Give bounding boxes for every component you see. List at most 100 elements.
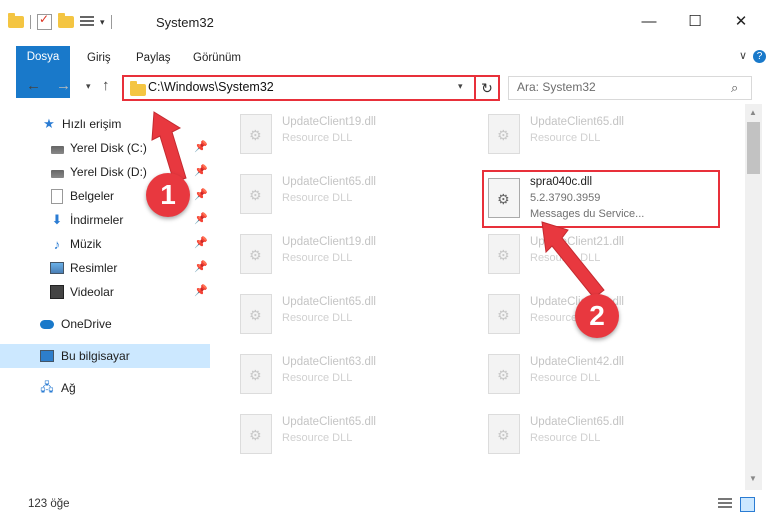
file-name: UpdateClient65.dll [282, 176, 376, 188]
file-name: UpdateClient21.dll [530, 236, 624, 248]
address-path[interactable]: C:\Windows\System32 [148, 80, 274, 94]
dll-file-icon [240, 174, 272, 214]
close-button[interactable]: ✕ [718, 10, 764, 34]
pin-icon[interactable]: 📌 [194, 212, 208, 225]
file-item[interactable]: UpdateClient65.dll Resource DLL [466, 110, 702, 162]
address-bar[interactable]: C:\Windows\System32 ▾ [122, 75, 476, 101]
pin-icon[interactable]: 📌 [194, 236, 208, 249]
file-name: spra040c.dll [530, 176, 593, 188]
file-item[interactable]: UpdateClient21.dll Resource DLL [466, 230, 702, 282]
step-2-badge: 2 [575, 294, 619, 338]
file-name: UpdateClient65.dll [282, 296, 376, 308]
sidebar-item-label: Videolar [70, 285, 114, 299]
file-item[interactable]: UpdateClient65.dll Resource DLL [218, 290, 454, 342]
recent-locations-icon[interactable]: ▾ [86, 81, 91, 92]
refresh-button[interactable]: ↻ [474, 75, 500, 101]
scroll-up-icon[interactable]: ▲ [749, 108, 757, 117]
sidebar-item-onedrive[interactable]: OneDrive [0, 312, 210, 336]
file-description: Resource DLL [530, 372, 601, 384]
ribbon-tabs: Dosya Giriş Paylaş Görünüm ∨ ? [0, 44, 769, 98]
sidebar-item-label: Yerel Disk (D:) [70, 165, 147, 179]
file-description: Resource DLL [530, 252, 601, 264]
sidebar-item-this-pc[interactable]: Bu bilgisayar [0, 344, 210, 368]
sidebar-item-quick-access[interactable]: ★ Hızlı erişim [0, 112, 210, 136]
drive-icon [50, 165, 64, 179]
customize-toolbar-icon[interactable]: ▾ [100, 17, 105, 28]
file-item[interactable]: UpdateClient19.dll Resource DLL [218, 110, 454, 162]
sidebar-item-label: Bu bilgisayar [61, 349, 130, 363]
dll-file-icon [240, 114, 272, 154]
pin-icon[interactable]: 📌 [194, 140, 208, 153]
network-icon: 🖧 [40, 379, 54, 394]
computer-icon [40, 349, 54, 363]
sidebar-item-disk-c[interactable]: Yerel Disk (C:) 📌 [0, 136, 210, 160]
help-icon[interactable]: ? [753, 50, 766, 63]
file-description: Messages du Service... [530, 208, 645, 220]
pin-icon[interactable]: 📌 [194, 284, 208, 297]
file-version: 5.2.3790.3959 [530, 192, 601, 204]
vertical-scrollbar[interactable]: ▲ ▼ [745, 104, 762, 490]
dll-file-icon [488, 178, 520, 218]
file-item[interactable]: UpdateClient42.dll Resource DLL [466, 350, 702, 402]
pin-icon[interactable]: 📌 [194, 164, 208, 177]
sidebar-item-label: Belgeler [70, 189, 115, 203]
view-icon[interactable] [80, 16, 94, 28]
forward-arrow-icon[interactable]: → [56, 77, 71, 94]
cloud-icon [40, 317, 54, 331]
file-name: UpdateClient65.dll [282, 416, 376, 428]
dll-file-icon [488, 414, 520, 454]
file-item[interactable]: UpdateClient65.dll Resource DLL [218, 410, 454, 462]
sidebar-item-label: Müzik [70, 237, 102, 251]
search-icon: ⌕ [731, 80, 739, 95]
address-dropdown-icon[interactable]: ▾ [458, 81, 463, 92]
scroll-down-icon[interactable]: ▼ [749, 474, 757, 483]
file-item[interactable]: UpdateClient65.dll Resource DLL [466, 410, 702, 462]
pin-icon[interactable]: 📌 [194, 260, 208, 273]
minimize-button[interactable]: — [626, 10, 672, 34]
folder-icon [130, 81, 146, 96]
dll-file-icon [488, 354, 520, 394]
divider [30, 15, 31, 29]
sidebar-item-network[interactable]: 🖧 Ağ [0, 376, 210, 400]
dll-file-icon [488, 234, 520, 274]
file-item-highlighted[interactable]: spra040c.dll 5.2.3790.3959 Messages du S… [482, 170, 720, 228]
back-arrow-icon[interactable]: ← [26, 77, 41, 94]
properties-icon[interactable] [37, 12, 52, 30]
file-item[interactable]: UpdateClient19.dll Resource DLL [218, 230, 454, 282]
music-icon: ♪ [53, 236, 61, 252]
file-description: Resource DLL [282, 372, 353, 384]
quick-access-toolbar: ▾ [8, 12, 112, 30]
search-input[interactable]: Ara: System32 [517, 80, 596, 94]
dll-file-icon [240, 234, 272, 274]
status-bar: 123 öğe [0, 492, 769, 526]
details-view-icon[interactable] [718, 498, 732, 510]
file-name: UpdateClient19.dll [282, 116, 376, 128]
large-icons-view-icon[interactable] [740, 497, 755, 512]
pin-icon[interactable]: 📌 [194, 188, 208, 201]
dll-file-icon [240, 414, 272, 454]
title-bar: ▾ System32 — ☐ ✕ [0, 0, 769, 44]
expand-ribbon-icon[interactable]: ∨ [739, 49, 747, 62]
sidebar-item-music[interactable]: ♪ Müzik 📌 [0, 232, 210, 256]
file-description: Resource DLL [530, 132, 601, 144]
up-arrow-icon[interactable]: ↑ [102, 77, 110, 94]
video-icon [50, 285, 64, 299]
sidebar-item-label: OneDrive [61, 317, 112, 331]
sidebar-item-label: Hızlı erişim [62, 117, 122, 131]
file-description: Resource DLL [282, 312, 353, 324]
navigation-pane: ★ Hızlı erişim Yerel Disk (C:) 📌 Yerel D… [0, 110, 212, 490]
new-folder-icon[interactable] [58, 13, 74, 28]
tab-share[interactable]: Paylaş [136, 47, 171, 69]
tab-home[interactable]: Giriş [87, 47, 111, 69]
maximize-button[interactable]: ☐ [672, 10, 718, 34]
tab-view[interactable]: Görünüm [193, 47, 241, 69]
scrollbar-thumb[interactable] [747, 122, 760, 174]
item-count: 123 öğe [28, 498, 70, 510]
download-icon: ⬇ [51, 212, 63, 227]
sidebar-item-videos[interactable]: Videolar 📌 [0, 280, 210, 304]
search-box[interactable]: Ara: System32 ⌕ [508, 76, 752, 100]
file-item[interactable]: UpdateClient65.dll Resource DLL [218, 170, 454, 222]
sidebar-item-pictures[interactable]: Resimler 📌 [0, 256, 210, 280]
file-item[interactable]: UpdateClient63.dll Resource DLL [218, 350, 454, 402]
star-icon: ★ [43, 116, 55, 131]
